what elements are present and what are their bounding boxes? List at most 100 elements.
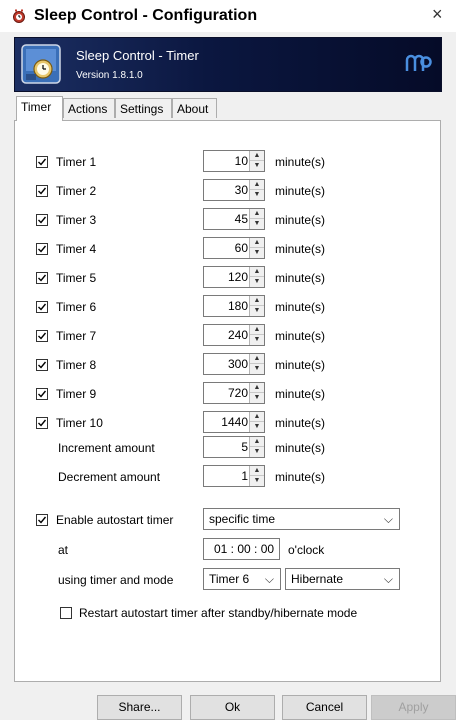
using-timer-mode-label: using timer and mode <box>58 573 174 587</box>
check-icon <box>38 361 47 369</box>
timer-unit: minute(s) <box>275 213 326 227</box>
check-icon <box>38 216 47 224</box>
spin-down-icon[interactable]: ▼ <box>250 393 264 403</box>
autostart-time-input[interactable]: 01 : 00 : 00 <box>203 538 280 560</box>
timer-spin-buttons: ▲ ▼ <box>249 180 264 200</box>
timer-spinner[interactable]: 10 ▲ ▼ <box>203 150 265 172</box>
power-mode-value: Hibernate <box>291 572 344 586</box>
timer-spinner[interactable]: 30 ▲ ▼ <box>203 179 265 201</box>
autostart-mode-dropdown[interactable]: specific time ⌵ <box>203 508 400 530</box>
timer-label: Timer 8 <box>56 358 97 372</box>
restart-autostart-checkbox[interactable] <box>60 607 72 619</box>
timer-unit: minute(s) <box>275 329 326 343</box>
timer-checkbox[interactable] <box>36 156 48 168</box>
decrement-spin-buttons: ▲ ▼ <box>249 466 264 486</box>
spin-up-icon[interactable]: ▲ <box>250 412 264 422</box>
apply-button-label: Apply <box>398 700 429 714</box>
enable-autostart-checkbox[interactable] <box>36 514 48 526</box>
spin-down-icon[interactable]: ▼ <box>250 476 264 486</box>
timer-label: Timer 2 <box>56 184 97 198</box>
timer-checkbox[interactable] <box>36 185 48 197</box>
increment-label: Increment amount <box>58 441 155 455</box>
check-icon <box>38 303 47 311</box>
timer-spinner[interactable]: 720 ▲ ▼ <box>203 382 265 404</box>
spin-down-icon[interactable]: ▼ <box>250 447 264 457</box>
spin-down-icon[interactable]: ▼ <box>250 219 264 229</box>
power-mode-dropdown[interactable]: Hibernate ⌵ <box>285 568 400 590</box>
timer-spinner[interactable]: 1440 ▲ ▼ <box>203 411 265 433</box>
spin-down-icon[interactable]: ▼ <box>250 335 264 345</box>
tab-timer[interactable]: Timer <box>16 96 63 121</box>
timer-value: 300 <box>227 357 248 371</box>
timer-checkbox[interactable] <box>36 272 48 284</box>
spin-up-icon[interactable]: ▲ <box>250 238 264 248</box>
timer-spinner[interactable]: 45 ▲ ▼ <box>203 208 265 230</box>
tab-timer-label: Timer <box>21 100 52 114</box>
spin-up-icon[interactable]: ▲ <box>250 466 264 476</box>
timer-spin-buttons: ▲ ▼ <box>249 325 264 345</box>
spin-down-icon[interactable]: ▼ <box>250 161 264 171</box>
spin-down-icon[interactable]: ▼ <box>250 248 264 258</box>
spin-up-icon[interactable]: ▲ <box>250 296 264 306</box>
restart-autostart-label: Restart autostart timer after standby/hi… <box>79 606 358 620</box>
share-button[interactable]: Share... <box>97 695 182 720</box>
autostart-timer-dropdown[interactable]: Timer 6 ⌵ <box>203 568 281 590</box>
timer-label: Timer 7 <box>56 329 97 343</box>
apply-button[interactable]: Apply <box>371 695 456 720</box>
spin-up-icon[interactable]: ▲ <box>250 180 264 190</box>
spin-down-icon[interactable]: ▼ <box>250 364 264 374</box>
timer-spinner[interactable]: 180 ▲ ▼ <box>203 295 265 317</box>
timer-label: Timer 6 <box>56 300 97 314</box>
timer-value: 120 <box>227 270 248 284</box>
timer-value: 60 <box>234 241 248 255</box>
timer-label: Timer 1 <box>56 155 97 169</box>
check-icon <box>38 419 47 427</box>
cancel-button-label: Cancel <box>305 700 344 714</box>
timer-spinner[interactable]: 240 ▲ ▼ <box>203 324 265 346</box>
timer-checkbox[interactable] <box>36 388 48 400</box>
timer-value: 1440 <box>221 415 248 429</box>
spin-down-icon[interactable]: ▼ <box>250 190 264 200</box>
spin-down-icon[interactable]: ▼ <box>250 422 264 432</box>
timer-spinner[interactable]: 300 ▲ ▼ <box>203 353 265 375</box>
timer-checkbox[interactable] <box>36 243 48 255</box>
check-icon <box>38 187 47 195</box>
tab-settings[interactable]: Settings <box>115 98 172 118</box>
timer-checkbox[interactable] <box>36 214 48 226</box>
decrement-unit: minute(s) <box>275 470 326 484</box>
tab-about[interactable]: About <box>172 98 217 118</box>
oclock-label: o'clock <box>288 543 325 557</box>
increment-spinner[interactable]: 5 ▲ ▼ <box>203 436 265 458</box>
timer-unit: minute(s) <box>275 271 326 285</box>
spin-up-icon[interactable]: ▲ <box>250 354 264 364</box>
spin-up-icon[interactable]: ▲ <box>250 325 264 335</box>
tab-actions[interactable]: Actions <box>63 98 115 118</box>
timer-checkbox[interactable] <box>36 359 48 371</box>
close-icon[interactable]: × <box>432 4 443 25</box>
timer-spin-buttons: ▲ ▼ <box>249 354 264 374</box>
timer-unit: minute(s) <box>275 416 326 430</box>
spin-up-icon[interactable]: ▲ <box>250 383 264 393</box>
timer-spinner[interactable]: 120 ▲ ▼ <box>203 266 265 288</box>
spin-up-icon[interactable]: ▲ <box>250 267 264 277</box>
timer-unit: minute(s) <box>275 387 326 401</box>
spin-up-icon[interactable]: ▲ <box>250 437 264 447</box>
spin-down-icon[interactable]: ▼ <box>250 306 264 316</box>
check-icon <box>38 516 47 524</box>
mp-logo-icon <box>403 49 433 79</box>
spin-up-icon[interactable]: ▲ <box>250 151 264 161</box>
timer-spinner[interactable]: 60 ▲ ▼ <box>203 237 265 259</box>
share-button-label: Share... <box>118 700 161 714</box>
timer-label: Timer 5 <box>56 271 97 285</box>
timer-checkbox[interactable] <box>36 301 48 313</box>
decrement-spinner[interactable]: 1 ▲ ▼ <box>203 465 265 487</box>
spin-down-icon[interactable]: ▼ <box>250 277 264 287</box>
spin-up-icon[interactable]: ▲ <box>250 209 264 219</box>
ok-button[interactable]: Ok <box>190 695 275 720</box>
timer-value: 240 <box>227 328 248 342</box>
timer-checkbox[interactable] <box>36 417 48 429</box>
timer-value: 180 <box>227 299 248 313</box>
cancel-button[interactable]: Cancel <box>282 695 367 720</box>
timer-value: 45 <box>234 212 248 226</box>
timer-checkbox[interactable] <box>36 330 48 342</box>
